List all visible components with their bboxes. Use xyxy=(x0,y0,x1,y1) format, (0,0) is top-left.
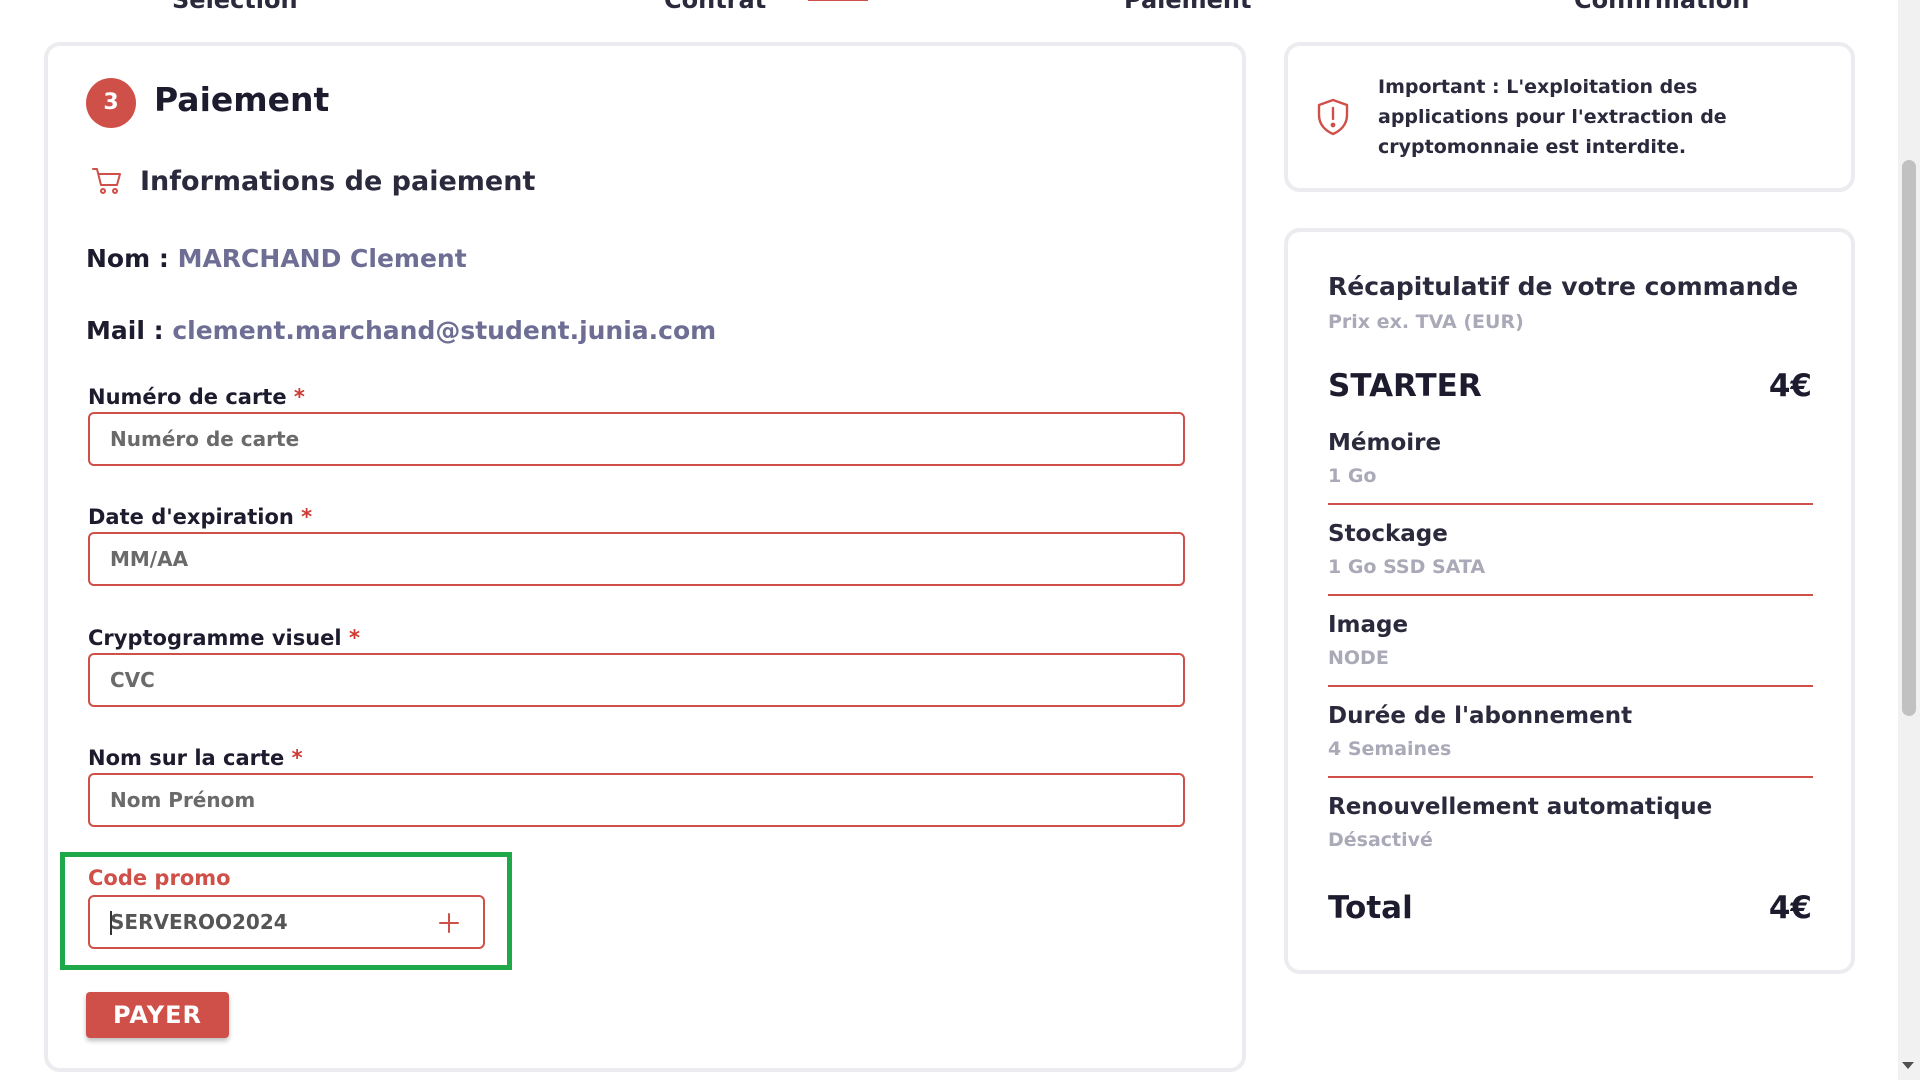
summary-separator xyxy=(1328,685,1813,687)
total-label: Total xyxy=(1328,890,1413,926)
text-cursor xyxy=(110,911,112,935)
cvc-field xyxy=(88,653,1185,707)
required-marker: * xyxy=(291,746,303,770)
shield-alert-icon xyxy=(1317,98,1349,136)
plus-icon[interactable] xyxy=(437,911,461,935)
scroll-down-arrow-icon[interactable] xyxy=(1902,1062,1914,1069)
card-holder-field xyxy=(88,773,1185,827)
customer-name-line: Nom : MARCHAND Clement xyxy=(86,244,467,273)
summary-row-duration-value: 4 Semaines xyxy=(1328,738,1452,760)
step-number-badge: 3 xyxy=(86,78,136,128)
required-marker: * xyxy=(348,626,360,650)
summary-row-image-value: NODE xyxy=(1328,647,1389,669)
name-label: Nom : xyxy=(86,244,169,273)
card-number-field xyxy=(88,412,1185,466)
summary-row-storage-title: Stockage xyxy=(1328,521,1448,547)
required-marker: * xyxy=(301,505,313,529)
expiration-date-label-text: Date d'expiration xyxy=(88,505,294,529)
summary-separator xyxy=(1328,776,1813,778)
card-number-input[interactable] xyxy=(90,414,1183,464)
plan-name: STARTER xyxy=(1328,368,1482,404)
expiration-date-input[interactable] xyxy=(90,534,1183,584)
expiration-date-field xyxy=(88,532,1185,586)
summary-subtitle: Prix ex. TVA (EUR) xyxy=(1328,311,1524,333)
promo-code-field xyxy=(88,895,485,949)
summary-row-renewal-value: Désactivé xyxy=(1328,829,1433,851)
summary-title: Récapitulatif de votre commande xyxy=(1328,272,1799,301)
card-holder-label-text: Nom sur la carte xyxy=(88,746,285,770)
total-value: 4€ xyxy=(1768,890,1812,926)
card-holder-label: Nom sur la carte * xyxy=(88,746,303,770)
step-progress-fill xyxy=(808,0,868,1)
mail-value: clement.marchand@student.junia.com xyxy=(172,316,717,345)
pay-button[interactable]: PAYER xyxy=(86,992,229,1038)
step-label-payment: Paiement xyxy=(1124,0,1252,14)
cvc-label-text: Cryptogramme visuel xyxy=(88,626,342,650)
card-holder-input[interactable] xyxy=(90,775,1183,825)
cvc-input[interactable] xyxy=(90,655,1183,705)
summary-row-memory-value: 1 Go xyxy=(1328,465,1377,487)
section-title: Informations de paiement xyxy=(140,166,536,197)
summary-separator xyxy=(1328,503,1813,505)
summary-row-duration-title: Durée de l'abonnement xyxy=(1328,703,1633,729)
scrollbar-thumb[interactable] xyxy=(1902,160,1916,716)
card-number-label-text: Numéro de carte xyxy=(88,385,287,409)
mail-label: Mail : xyxy=(86,316,164,345)
cvc-label: Cryptogramme visuel * xyxy=(88,626,360,650)
summary-separator xyxy=(1328,594,1813,596)
name-value: MARCHAND Clement xyxy=(177,244,467,273)
page-title: Paiement xyxy=(154,80,330,119)
shopping-cart-icon xyxy=(92,168,121,194)
step-label-confirmation: Confirmation xyxy=(1574,0,1750,14)
notice-text: Important : L'exploitation des applicati… xyxy=(1378,76,1727,158)
step-label-selection: Sélection xyxy=(172,0,298,14)
summary-row-memory-title: Mémoire xyxy=(1328,430,1442,456)
card-number-label: Numéro de carte * xyxy=(88,385,305,409)
step-label-contract: Contrat xyxy=(664,0,767,14)
promo-code-input[interactable] xyxy=(90,897,410,947)
expiration-date-label: Date d'expiration * xyxy=(88,505,312,529)
checkout-stepper: Sélection Contrat Paiement Confirmation xyxy=(0,0,1890,14)
summary-row-image-title: Image xyxy=(1328,612,1409,638)
order-summary-card xyxy=(1284,228,1855,974)
summary-row-storage-value: 1 Go SSD SATA xyxy=(1328,556,1486,578)
promo-code-label: Code promo xyxy=(88,866,231,890)
required-marker: * xyxy=(293,385,305,409)
plan-price: 4€ xyxy=(1768,368,1812,404)
summary-row-renewal-title: Renouvellement automatique xyxy=(1328,794,1713,820)
customer-mail-line: Mail : clement.marchand@student.junia.co… xyxy=(86,316,716,345)
